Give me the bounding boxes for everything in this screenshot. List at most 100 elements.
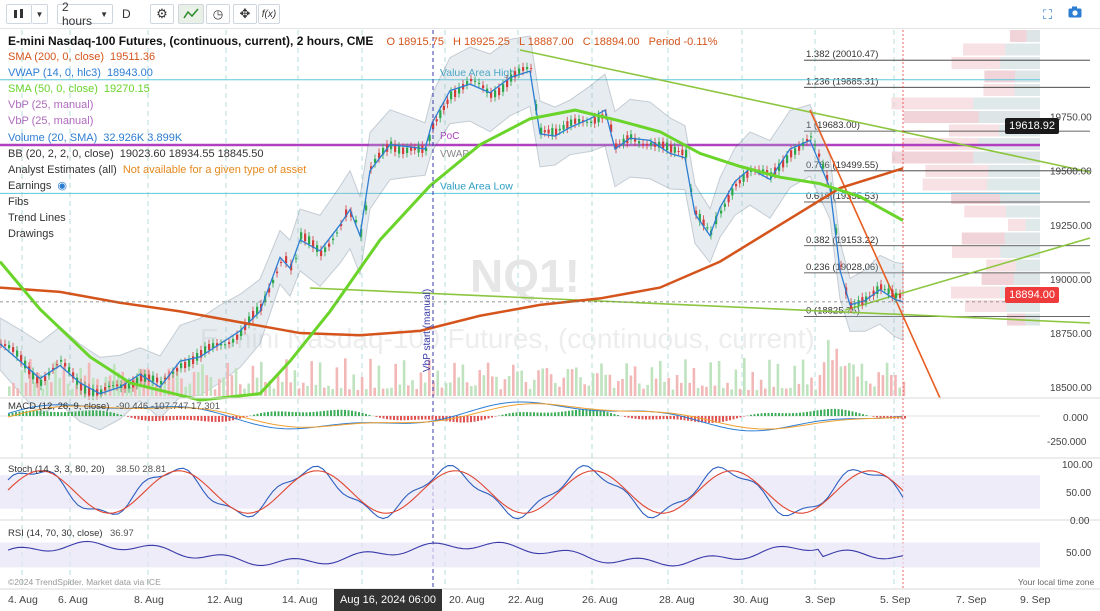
legend-row[interactable]: SMA (200, 0, close) 19511.36	[8, 49, 718, 65]
candle-body	[285, 256, 288, 264]
volume-bar	[201, 364, 204, 396]
legend-row[interactable]: VbP (25, manual)	[8, 97, 718, 113]
volume-profile-bar-up	[1004, 232, 1040, 245]
legend-row[interactable]: Trend Lines	[8, 210, 718, 226]
time-axis-tick: 4. Aug	[8, 594, 38, 606]
candle-body	[228, 342, 231, 345]
volume-bar	[281, 381, 284, 396]
chart-title: E-mini Nasdaq-100 Futures, (continuous, …	[8, 34, 374, 48]
macd-histogram-bar	[368, 414, 371, 416]
time-axis-tick: 6. Aug	[58, 594, 88, 606]
volume-bar	[339, 388, 343, 396]
macd-histogram-bar	[571, 410, 574, 416]
indicator-legend: E-mini Nasdaq-100 Futures, (continuous, …	[8, 33, 718, 242]
gear-icon: ⚙	[156, 6, 168, 21]
volume-bar	[688, 382, 691, 396]
chart-type-button[interactable]	[6, 4, 32, 24]
macd-histogram-bar	[358, 412, 360, 416]
macd-histogram-bar	[802, 412, 805, 416]
volume-profile-bar-up	[1005, 205, 1040, 218]
macd-histogram-bar	[547, 412, 549, 416]
macd-histogram-bar	[806, 411, 808, 416]
legend-row[interactable]: Earnings ◉	[8, 178, 718, 194]
macd-histogram-bar	[480, 416, 483, 421]
volume-bar	[306, 385, 309, 396]
eye-icon[interactable]: ◉	[57, 180, 67, 192]
time-axis-tick: 30. Aug	[733, 594, 769, 606]
legend-row[interactable]: Volume (20, SMA) 32.926K 3.899K	[8, 130, 718, 146]
settings-button[interactable]: ⚙	[150, 4, 174, 24]
candle-body	[280, 261, 283, 263]
macd-histogram-bar	[767, 412, 770, 416]
candle-body	[790, 150, 793, 158]
legend-row[interactable]: Analyst Estimates (all) Not available for…	[8, 162, 718, 178]
macd-histogram-bar	[729, 416, 731, 421]
d-button[interactable]: D	[122, 7, 131, 21]
watermark-name: E-mini Nasdaq-100 Futures, (continuous, …	[200, 323, 815, 354]
macd-histogram-bar	[46, 411, 49, 416]
candle-body	[818, 153, 821, 157]
legend-row[interactable]: VbP (25, manual)	[8, 113, 718, 129]
legend-row[interactable]: SMA (50, 0, close) 19270.15	[8, 81, 718, 97]
volume-bar	[453, 362, 456, 396]
chart-title-row: E-mini Nasdaq-100 Futures, (continuous, …	[8, 33, 718, 49]
candle-body	[731, 188, 734, 196]
volume-bar	[898, 387, 901, 396]
legend-row[interactable]: Fibs	[8, 194, 718, 210]
volume-bar	[113, 363, 116, 396]
replay-button[interactable]: ◷	[206, 4, 230, 24]
macd-histogram-bar	[463, 416, 465, 423]
volume-bar	[827, 339, 830, 396]
macd-histogram-bar	[225, 416, 227, 422]
macd-histogram-bar	[396, 416, 399, 421]
volume-bar	[650, 367, 654, 396]
chart-type-dropdown[interactable]: ▼	[32, 4, 48, 24]
volume-bar	[768, 359, 771, 396]
volume-bar	[465, 382, 469, 396]
volume-bar	[512, 364, 515, 396]
volume-bar	[869, 383, 872, 396]
macd-histogram-bar	[221, 416, 224, 422]
price-axis-tick: 18750.00	[1050, 329, 1092, 340]
legend-row[interactable]: Drawings	[8, 226, 718, 242]
volume-profile-bar-up	[973, 151, 1040, 164]
candle-body	[12, 347, 15, 352]
macd-histogram-bar	[172, 416, 175, 421]
fullscreen-button[interactable]: ⛶	[1043, 7, 1052, 23]
candle-body	[883, 289, 886, 291]
macd-histogram-bar	[435, 416, 437, 421]
volume-bar	[814, 389, 817, 396]
macd-histogram-bar	[648, 416, 651, 420]
legend-row[interactable]: BB (20, 2, 2, 0, close) 19023.60 18934.55…	[8, 146, 718, 162]
fx-button[interactable]: f(x)	[258, 4, 280, 24]
macd-histogram-bar	[862, 414, 864, 416]
macd-histogram-bar	[669, 416, 672, 420]
volume-bar	[583, 384, 586, 396]
macd-histogram-bar	[522, 412, 525, 416]
macd-histogram-bar	[246, 416, 248, 417]
legend-value: 19023.60 18934.55 18845.50	[119, 147, 264, 160]
macd-histogram-bar	[414, 416, 416, 420]
volume-bar	[894, 374, 897, 396]
macd-histogram-bar	[151, 416, 154, 421]
indicator-button[interactable]	[178, 4, 204, 24]
macd-histogram-bar	[575, 409, 577, 416]
macd-histogram-bar	[302, 412, 304, 416]
candle-body	[152, 375, 155, 382]
macd-histogram-bar	[512, 412, 514, 416]
macd-histogram-bar	[757, 413, 759, 416]
volume-bar	[58, 378, 61, 396]
macd-histogram-bar	[606, 412, 609, 416]
crosshair-button[interactable]: ✥	[233, 4, 257, 24]
macd-histogram-bar	[613, 414, 616, 416]
candle-body	[112, 385, 115, 387]
volume-bar	[327, 385, 330, 396]
volume-bar	[860, 363, 864, 396]
interval-select[interactable]: 2 hours ▼	[57, 0, 113, 28]
volume-bar	[638, 383, 641, 396]
macd-histogram-bar	[477, 416, 479, 422]
camera-button[interactable]	[1068, 6, 1082, 21]
legend-row[interactable]: VWAP (14, 0, hlc3) 18943.00	[8, 65, 718, 81]
macd-histogram-bar	[816, 410, 819, 416]
volume-bar	[16, 388, 19, 396]
